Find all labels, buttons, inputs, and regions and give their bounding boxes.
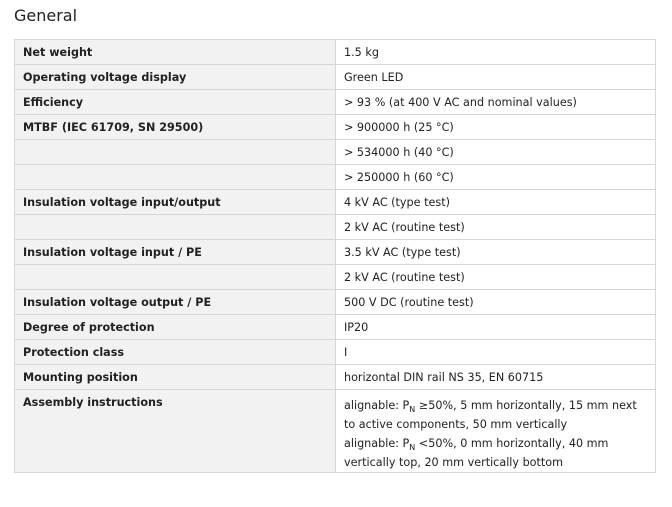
row-label: Assembly instructions (14, 389, 336, 473)
table-row: Insulation voltage input / PE 3.5 kV AC … (14, 239, 656, 265)
table-row: Net weight 1.5 kg (14, 39, 656, 65)
row-value: > 534000 h (40 °C) (335, 139, 656, 165)
row-label: Insulation voltage input / PE (14, 239, 336, 265)
assembly-line-3: alignable: PN <50%, 0 mm horizontally, 4… (344, 434, 647, 453)
row-label: Efficiency (14, 89, 336, 115)
row-label: Protection class (14, 339, 336, 365)
row-label (14, 264, 336, 290)
general-spec-table: Net weight 1.5 kg Operating voltage disp… (14, 39, 656, 473)
row-label: Insulation voltage output / PE (14, 289, 336, 315)
table-row: 2 kV AC (routine test) (14, 264, 656, 290)
table-row-assembly: Assembly instructions alignable: PN ≥50%… (14, 389, 656, 473)
assembly-line-1: alignable: PN ≥50%, 5 mm horizontally, 1… (344, 396, 647, 415)
table-row: > 534000 h (40 °C) (14, 139, 656, 165)
assembly-line-3-suffix: <50%, 0 mm horizontally, 40 mm (415, 437, 609, 450)
section-title: General (14, 6, 78, 25)
assembly-line-1-prefix: alignable: P (344, 399, 410, 412)
table-row: > 250000 h (60 °C) (14, 164, 656, 190)
table-row: Insulation voltage output / PE 500 V DC … (14, 289, 656, 315)
table-row: Degree of protection IP20 (14, 314, 656, 340)
row-value: horizontal DIN rail NS 35, EN 60715 (335, 364, 656, 390)
assembly-line-2: to active components, 50 mm vertically (344, 418, 568, 431)
table-row: 2 kV AC (routine test) (14, 214, 656, 240)
assembly-line-1-suffix: ≥50%, 5 mm horizontally, 15 mm next (415, 399, 637, 412)
row-label (14, 164, 336, 190)
row-value: > 93 % (at 400 V AC and nominal values) (335, 89, 656, 115)
row-value: 2 kV AC (routine test) (335, 264, 656, 290)
assembly-instructions-value: alignable: PN ≥50%, 5 mm horizontally, 1… (335, 389, 656, 473)
row-label: Net weight (14, 39, 336, 65)
row-label: Degree of protection (14, 314, 336, 340)
row-value: 500 V DC (routine test) (335, 289, 656, 315)
table-row: Efficiency > 93 % (at 400 V AC and nomin… (14, 89, 656, 115)
assembly-line-4: vertically top, 20 mm vertically bottom (344, 456, 564, 469)
row-value: 2 kV AC (routine test) (335, 214, 656, 240)
row-label (14, 139, 336, 165)
row-value: > 900000 h (25 °C) (335, 114, 656, 140)
row-value: IP20 (335, 314, 656, 340)
table-row: Protection class I (14, 339, 656, 365)
row-value: 1.5 kg (335, 39, 656, 65)
table-row: Operating voltage display Green LED (14, 64, 656, 90)
row-value: 3.5 kV AC (type test) (335, 239, 656, 265)
row-label: MTBF (IEC 61709, SN 29500) (14, 114, 336, 140)
row-label: Operating voltage display (14, 64, 336, 90)
table-row: MTBF (IEC 61709, SN 29500) > 900000 h (2… (14, 114, 656, 140)
table-row: Insulation voltage input/output 4 kV AC … (14, 189, 656, 215)
row-label: Mounting position (14, 364, 336, 390)
row-value: 4 kV AC (type test) (335, 189, 656, 215)
row-value: Green LED (335, 64, 656, 90)
assembly-line-3-prefix: alignable: P (344, 437, 410, 450)
row-label (14, 214, 336, 240)
table-row: Mounting position horizontal DIN rail NS… (14, 364, 656, 390)
row-label: Insulation voltage input/output (14, 189, 336, 215)
row-value: > 250000 h (60 °C) (335, 164, 656, 190)
row-value: I (335, 339, 656, 365)
